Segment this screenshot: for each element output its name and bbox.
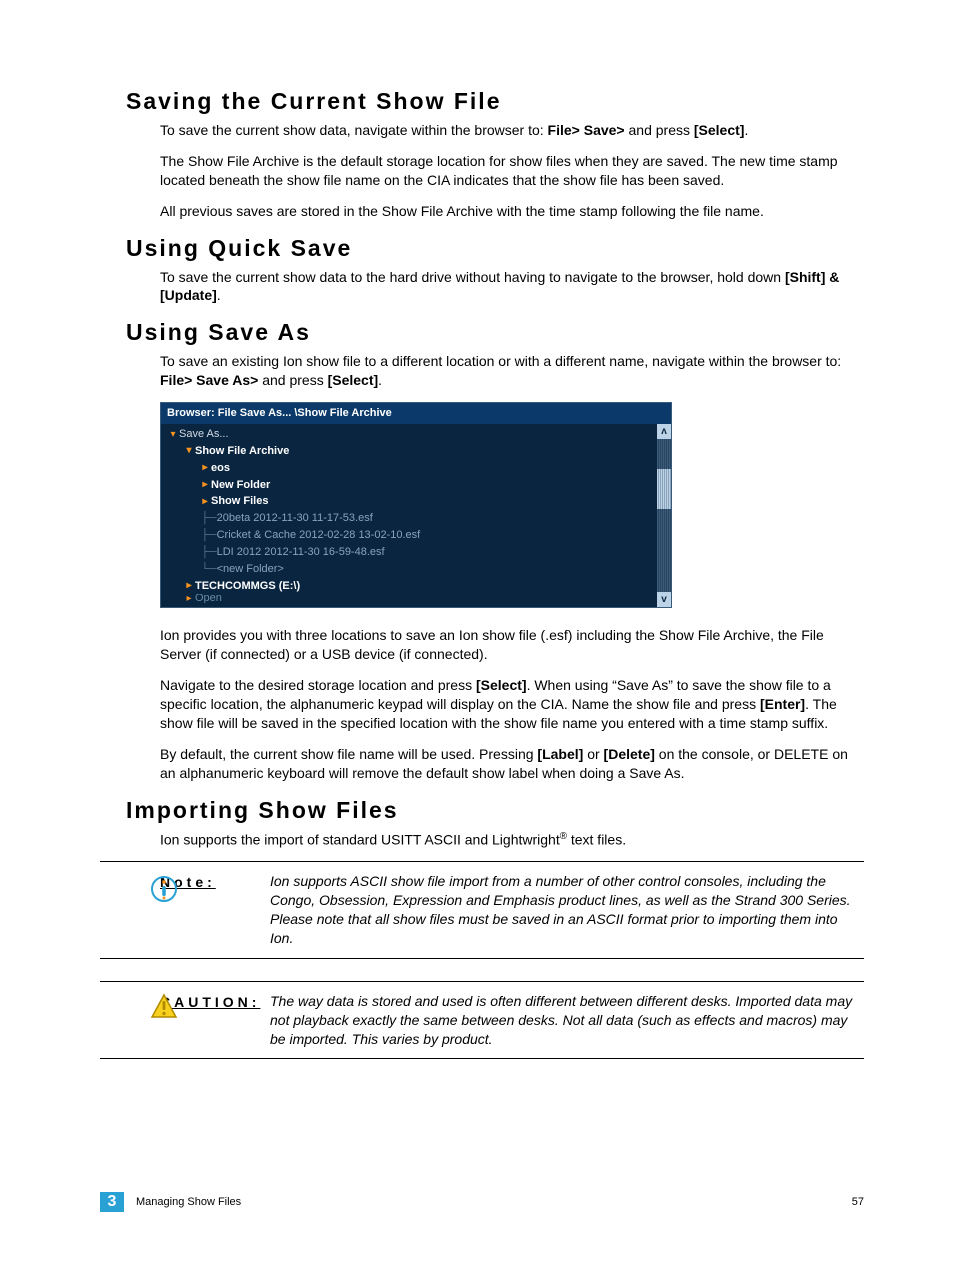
tree-item-file[interactable]: ├─ LDI 2012 2012-11-30 16-59-48.esf	[161, 544, 657, 561]
text: and press	[625, 122, 694, 138]
chevron-down-icon	[183, 444, 195, 458]
paragraph: Ion supports the import of standard USIT…	[160, 830, 864, 850]
tree-connector: ├─	[201, 528, 217, 543]
text: or	[583, 746, 603, 762]
registered-mark: ®	[560, 831, 567, 842]
tree-label: Cricket & Cache 2012-02-28 13-02-10.esf	[217, 528, 421, 543]
note-block: Note: Ion supports ASCII show file impor…	[100, 862, 864, 958]
tree-item-newfolder-placeholder[interactable]: └─ <new Folder>	[161, 561, 657, 578]
tree-label: TECHCOMMGS (E:\)	[195, 579, 300, 594]
paragraph: By default, the current show file name w…	[160, 745, 864, 783]
text: and press	[258, 372, 327, 388]
tree-label: <new Folder>	[217, 562, 284, 577]
caution-icon	[150, 993, 180, 1023]
chevron-right-icon	[199, 478, 211, 492]
chevron-down-icon	[167, 428, 179, 442]
heading-importing: Importing Show Files	[126, 797, 864, 824]
chevron-right-icon	[199, 495, 211, 509]
text: .	[744, 122, 748, 138]
note-icon	[150, 875, 180, 905]
tree-label: Save As...	[179, 427, 229, 442]
note-text: Ion supports ASCII show file import from…	[270, 872, 864, 948]
text-bold: File> Save>	[548, 122, 625, 138]
text: .	[378, 372, 382, 388]
text-bold: [Select]	[694, 122, 745, 138]
tree-label: Show File Archive	[195, 444, 289, 459]
tree-item-techcommgs[interactable]: TECHCOMMGS (E:\)	[161, 578, 657, 595]
tree-label: Show Files	[211, 494, 268, 509]
page-footer: 3 Managing Show Files 57	[100, 1192, 864, 1212]
scroll-up-button[interactable]: ʌ	[657, 424, 671, 439]
text-bold: [Select]	[328, 372, 379, 388]
text-bold: [Label]	[537, 746, 583, 762]
browser-scrollbar[interactable]: ʌ v	[657, 424, 671, 607]
tree-item-showfiles[interactable]: Show Files	[161, 493, 657, 510]
text: Navigate to the desired storage location…	[160, 677, 476, 693]
text-bold: File> Save As>	[160, 372, 258, 388]
tree-item-saveas[interactable]: Save As...	[161, 426, 657, 443]
text-bold: [Select]	[476, 677, 527, 693]
heading-saveas: Using Save As	[126, 319, 864, 346]
footer-section-title: Managing Show Files	[136, 1196, 241, 1208]
heading-saving: Saving the Current Show File	[126, 88, 864, 115]
chapter-number: 3	[100, 1192, 124, 1212]
text: Ion supports the import of standard USIT…	[160, 831, 560, 847]
tree-connector: ├─	[201, 511, 217, 526]
tree-item-file[interactable]: ├─ 20beta 2012-11-30 11-17-53.esf	[161, 510, 657, 527]
text: To save an existing Ion show file to a d…	[160, 353, 841, 369]
paragraph: The Show File Archive is the default sto…	[160, 152, 864, 190]
tree-item-newfolder[interactable]: New Folder	[161, 477, 657, 494]
tree-label: LDI 2012 2012-11-30 16-59-48.esf	[217, 545, 385, 560]
text-bold: [Delete]	[604, 746, 655, 762]
browser-panel: Browser: File Save As... \Show File Arch…	[160, 402, 672, 608]
paragraph: Ion provides you with three locations to…	[160, 626, 864, 664]
text: By default, the current show file name w…	[160, 746, 537, 762]
text: .	[217, 287, 221, 303]
paragraph: Navigate to the desired storage location…	[160, 676, 864, 733]
text: To save the current show data, navigate …	[160, 122, 548, 138]
scroll-thumb[interactable]	[657, 469, 671, 509]
chevron-right-icon	[183, 579, 195, 593]
text: To save the current show data to the har…	[160, 269, 785, 285]
page-number: 57	[852, 1196, 864, 1208]
text-bold: [Enter]	[760, 696, 805, 712]
tree-connector: ├─	[201, 545, 217, 560]
tree-item-eos[interactable]: eos	[161, 460, 657, 477]
paragraph: To save an existing Ion show file to a d…	[160, 352, 864, 390]
tree-label: Open	[195, 594, 222, 603]
paragraph: All previous saves are stored in the Sho…	[160, 202, 864, 221]
scroll-down-button[interactable]: v	[657, 592, 671, 607]
chevron-right-icon	[199, 461, 211, 475]
caution-text: The way data is stored and used is often…	[270, 992, 864, 1049]
caution-block: CAUTION: The way data is stored and used…	[100, 982, 864, 1059]
tree-item-open[interactable]: Open	[161, 594, 657, 603]
scroll-track[interactable]	[657, 439, 671, 592]
tree-item-file[interactable]: ├─ Cricket & Cache 2012-02-28 13-02-10.e…	[161, 527, 657, 544]
tree-label: New Folder	[211, 478, 270, 493]
browser-tree: Save As... Show File Archive eos New Fol…	[161, 424, 657, 607]
text: text files.	[567, 831, 626, 847]
tree-item-archive[interactable]: Show File Archive	[161, 443, 657, 460]
tree-label: eos	[211, 461, 230, 476]
heading-quicksave: Using Quick Save	[126, 235, 864, 262]
chevron-right-icon	[183, 594, 195, 603]
tree-label: 20beta 2012-11-30 11-17-53.esf	[217, 511, 373, 526]
paragraph: To save the current show data to the har…	[160, 268, 864, 306]
tree-connector: └─	[201, 562, 217, 577]
paragraph: To save the current show data, navigate …	[160, 121, 864, 140]
browser-header: Browser: File Save As... \Show File Arch…	[161, 403, 671, 424]
